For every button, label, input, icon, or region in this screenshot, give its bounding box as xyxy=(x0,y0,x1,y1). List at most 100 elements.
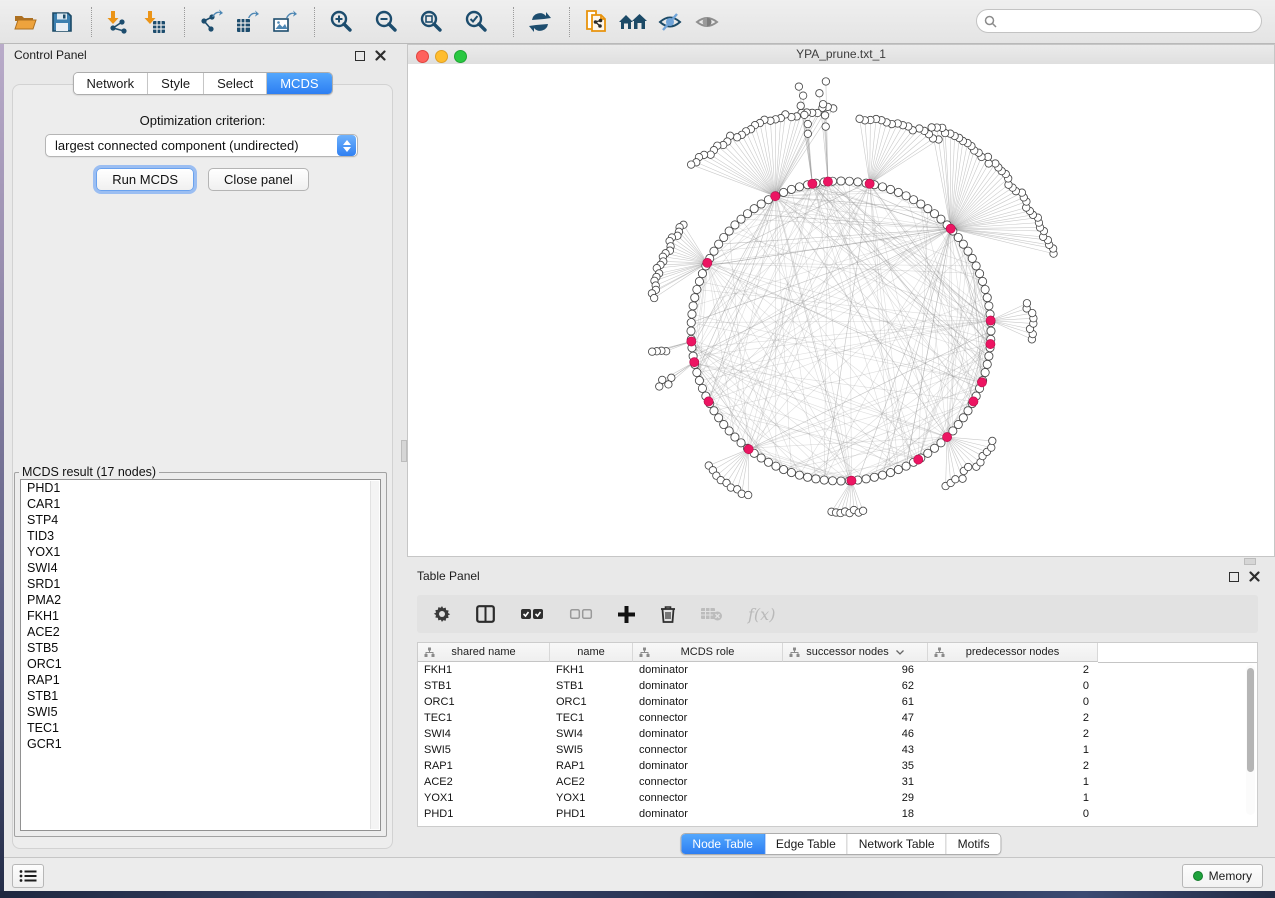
mcds-result-list[interactable]: PHD1CAR1STP4TID3YOX1SWI4SRD1PMA2FKH1ACE2… xyxy=(20,479,381,831)
cell-predecessor-nodes[interactable]: 2 xyxy=(928,728,1098,740)
cell-shared-name[interactable]: STB1 xyxy=(418,680,550,692)
cell-successor-nodes[interactable]: 29 xyxy=(783,792,928,804)
cell-mcds-role[interactable]: connector xyxy=(633,776,783,788)
zoom-in-button[interactable] xyxy=(324,5,358,39)
table-panel-tab[interactable]: Network Table xyxy=(848,834,947,854)
cell-name[interactable]: STB1 xyxy=(550,680,633,692)
cell-successor-nodes[interactable]: 47 xyxy=(783,712,928,724)
export-network-button[interactable] xyxy=(194,5,228,39)
open-file-button[interactable] xyxy=(8,5,42,39)
cell-mcds-role[interactable]: connector xyxy=(633,712,783,724)
criterion-dropdown[interactable]: largest connected component (undirected) xyxy=(45,134,358,157)
search-field[interactable] xyxy=(976,9,1262,33)
mcds-list-scrollbar[interactable] xyxy=(370,481,379,829)
mcds-result-item[interactable]: CAR1 xyxy=(21,496,380,512)
column-header[interactable]: shared name xyxy=(418,643,550,662)
network-window-titlebar[interactable]: YPA_prune.txt_1 xyxy=(408,45,1274,65)
cell-mcds-role[interactable]: dominator xyxy=(633,808,783,820)
mcds-result-item[interactable]: STB1 xyxy=(21,688,380,704)
search-input[interactable] xyxy=(1002,13,1261,29)
cell-predecessor-nodes[interactable]: 0 xyxy=(928,696,1098,708)
zoom-fit-button[interactable] xyxy=(414,5,448,39)
column-header[interactable]: MCDS role xyxy=(633,643,783,662)
cell-successor-nodes[interactable]: 96 xyxy=(783,664,928,676)
delete-column-icon[interactable] xyxy=(660,605,676,623)
hide-graphics-details-button[interactable] xyxy=(653,5,687,39)
zoom-out-button[interactable] xyxy=(369,5,403,39)
cell-mcds-role[interactable]: dominator xyxy=(633,696,783,708)
mcds-result-item[interactable]: STP4 xyxy=(21,512,380,528)
cell-shared-name[interactable]: PHD1 xyxy=(418,808,550,820)
cell-successor-nodes[interactable]: 35 xyxy=(783,760,928,772)
cell-predecessor-nodes[interactable]: 2 xyxy=(928,760,1098,772)
table-row[interactable]: PHD1 PHD1 dominator 18 0 xyxy=(418,806,1257,822)
table-row[interactable]: TEC1 TEC1 connector 47 2 xyxy=(418,710,1257,726)
close-panel-icon[interactable] xyxy=(375,50,386,61)
network-document-button[interactable] xyxy=(579,5,613,39)
refresh-layout-button[interactable] xyxy=(523,5,557,39)
mcds-result-item[interactable]: TEC1 xyxy=(21,720,380,736)
column-header[interactable]: successor nodes xyxy=(783,643,928,662)
control-panel-tab[interactable]: MCDS xyxy=(267,73,331,94)
mcds-result-item[interactable]: PMA2 xyxy=(21,592,380,608)
home-networks-button[interactable] xyxy=(616,5,650,39)
import-table-button[interactable] xyxy=(138,5,172,39)
zoom-selected-button[interactable] xyxy=(459,5,493,39)
cell-name[interactable]: PHD1 xyxy=(550,808,633,820)
mcds-result-item[interactable]: SRD1 xyxy=(21,576,380,592)
table-row[interactable]: SWI4 SWI4 dominator 46 2 xyxy=(418,726,1257,742)
cell-predecessor-nodes[interactable]: 1 xyxy=(928,744,1098,756)
control-panel-tab[interactable]: Select xyxy=(204,73,267,94)
node-table[interactable]: shared name name MCDS role successor nod… xyxy=(417,642,1258,827)
cell-name[interactable]: TEC1 xyxy=(550,712,633,724)
float-window-icon[interactable] xyxy=(355,51,365,61)
cell-name[interactable]: ORC1 xyxy=(550,696,633,708)
export-table-button[interactable] xyxy=(231,5,265,39)
table-scrollbar-thumb[interactable] xyxy=(1247,668,1254,772)
cell-successor-nodes[interactable]: 62 xyxy=(783,680,928,692)
cell-shared-name[interactable]: ACE2 xyxy=(418,776,550,788)
cell-mcds-role[interactable]: dominator xyxy=(633,680,783,692)
cell-successor-nodes[interactable]: 18 xyxy=(783,808,928,820)
column-header[interactable]: predecessor nodes xyxy=(928,643,1098,662)
cell-shared-name[interactable]: FKH1 xyxy=(418,664,550,676)
horizontal-splitter-handle[interactable] xyxy=(1244,558,1256,565)
cell-mcds-role[interactable]: dominator xyxy=(633,728,783,740)
mcds-result-item[interactable]: FKH1 xyxy=(21,608,380,624)
cell-shared-name[interactable]: TEC1 xyxy=(418,712,550,724)
settings-gear-icon[interactable] xyxy=(433,605,451,623)
close-panel-button[interactable]: Close panel xyxy=(208,168,309,191)
mcds-result-item[interactable]: PHD1 xyxy=(21,480,380,496)
cell-name[interactable]: RAP1 xyxy=(550,760,633,772)
cell-shared-name[interactable]: ORC1 xyxy=(418,696,550,708)
cell-shared-name[interactable]: RAP1 xyxy=(418,760,550,772)
cell-predecessor-nodes[interactable]: 0 xyxy=(928,680,1098,692)
cell-name[interactable]: SWI4 xyxy=(550,728,633,740)
cell-predecessor-nodes[interactable]: 2 xyxy=(928,712,1098,724)
mcds-result-item[interactable]: GCR1 xyxy=(21,736,380,752)
cell-successor-nodes[interactable]: 46 xyxy=(783,728,928,740)
mcds-result-item[interactable]: YOX1 xyxy=(21,544,380,560)
cell-name[interactable]: ACE2 xyxy=(550,776,633,788)
clear-selection-icon[interactable] xyxy=(569,607,593,621)
table-row[interactable]: SWI5 SWI5 connector 43 1 xyxy=(418,742,1257,758)
control-panel-tab[interactable]: Style xyxy=(148,73,204,94)
import-network-button[interactable] xyxy=(101,5,135,39)
cell-name[interactable]: FKH1 xyxy=(550,664,633,676)
cell-predecessor-nodes[interactable]: 0 xyxy=(928,808,1098,820)
mcds-result-item[interactable]: SWI5 xyxy=(21,704,380,720)
cell-mcds-role[interactable]: dominator xyxy=(633,664,783,676)
mcds-result-item[interactable]: STB5 xyxy=(21,640,380,656)
cell-successor-nodes[interactable]: 61 xyxy=(783,696,928,708)
select-all-icon[interactable] xyxy=(520,607,544,621)
float-window-icon[interactable] xyxy=(1229,572,1239,582)
cell-shared-name[interactable]: SWI5 xyxy=(418,744,550,756)
cell-shared-name[interactable]: SWI4 xyxy=(418,728,550,740)
table-row[interactable]: STB1 STB1 dominator 62 0 xyxy=(418,678,1257,694)
cell-shared-name[interactable]: YOX1 xyxy=(418,792,550,804)
mcds-result-item[interactable]: RAP1 xyxy=(21,672,380,688)
close-panel-icon[interactable] xyxy=(1249,571,1260,582)
mcds-result-item[interactable]: SWI4 xyxy=(21,560,380,576)
cell-successor-nodes[interactable]: 31 xyxy=(783,776,928,788)
control-panel-tab[interactable]: Network xyxy=(73,73,148,94)
